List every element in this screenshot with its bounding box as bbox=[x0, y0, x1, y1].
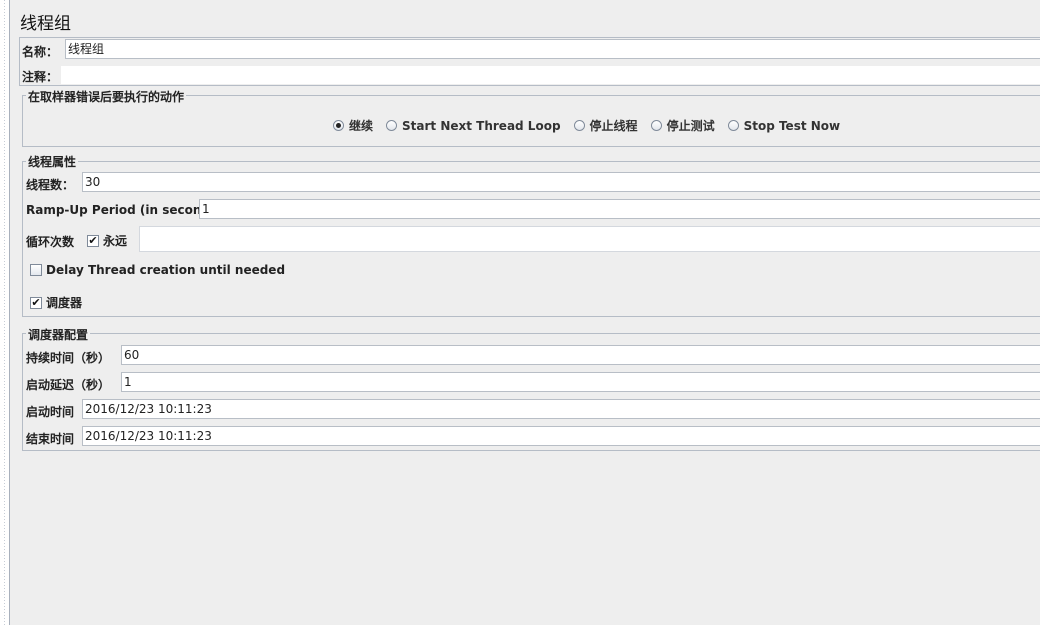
checkmark-icon: ✔ bbox=[30, 295, 42, 309]
radio-stop-test[interactable]: 停止测试 bbox=[650, 117, 715, 134]
panel-title: 线程组 bbox=[20, 14, 71, 34]
scheduler-config-title: 调度器配置 bbox=[26, 326, 91, 343]
name-label: 名称： bbox=[22, 45, 59, 59]
name-input[interactable]: 线程组 bbox=[65, 39, 1040, 59]
loop-count-label: 循环次数 bbox=[26, 235, 75, 249]
radio-continue[interactable]: 继续 bbox=[333, 117, 373, 134]
duration-label: 持续时间（秒） bbox=[26, 351, 111, 365]
tree-panel-edge bbox=[0, 0, 10, 625]
start-time-label: 启动时间 bbox=[26, 405, 75, 419]
comment-label: 注释： bbox=[22, 70, 59, 84]
end-time-input[interactable]: 2016/12/23 10:11:23 bbox=[82, 426, 1040, 446]
rampup-label: Ramp-Up Period (in seconds): bbox=[26, 203, 228, 217]
radio-empty-icon bbox=[386, 120, 398, 131]
checkmark-icon: ✔ bbox=[87, 233, 99, 247]
startup-delay-input[interactable]: 1 bbox=[121, 372, 1040, 392]
threads-label: 线程数： bbox=[26, 178, 75, 192]
radio-empty-icon bbox=[573, 120, 585, 131]
thread-properties-title: 线程属性 bbox=[26, 153, 79, 170]
duration-input[interactable]: 60 bbox=[121, 345, 1040, 365]
loop-count-input[interactable] bbox=[139, 226, 1040, 252]
scheduler-label: 调度器 bbox=[46, 296, 83, 310]
radio-start-next-thread-loop[interactable]: Start Next Thread Loop bbox=[386, 119, 561, 133]
end-time-label: 结束时间 bbox=[26, 432, 75, 446]
checkbox-unchecked-icon bbox=[30, 264, 42, 276]
radio-empty-icon bbox=[727, 120, 739, 131]
radio-stop-test-now[interactable]: Stop Test Now bbox=[727, 119, 840, 133]
radio-selected-icon bbox=[333, 120, 344, 131]
rampup-input[interactable]: 1 bbox=[199, 199, 1040, 219]
comment-input[interactable] bbox=[60, 65, 1040, 85]
radio-stop-thread[interactable]: 停止线程 bbox=[573, 117, 638, 134]
delay-thread-creation-label: Delay Thread creation until needed bbox=[46, 263, 286, 277]
delay-thread-creation-checkbox[interactable]: Delay Thread creation until needed bbox=[30, 263, 285, 277]
start-time-input[interactable]: 2016/12/23 10:11:23 bbox=[82, 399, 1040, 419]
forever-label: 永远 bbox=[103, 234, 128, 248]
startup-delay-label: 启动延迟（秒） bbox=[26, 378, 111, 392]
threads-input[interactable]: 30 bbox=[82, 172, 1040, 192]
radio-empty-icon bbox=[650, 120, 662, 131]
scheduler-checkbox[interactable]: ✔ 调度器 bbox=[30, 294, 82, 311]
sampler-error-action-title: 在取样器错误后要执行的动作 bbox=[26, 88, 187, 105]
forever-checkbox[interactable]: ✔ 永远 bbox=[87, 232, 127, 249]
